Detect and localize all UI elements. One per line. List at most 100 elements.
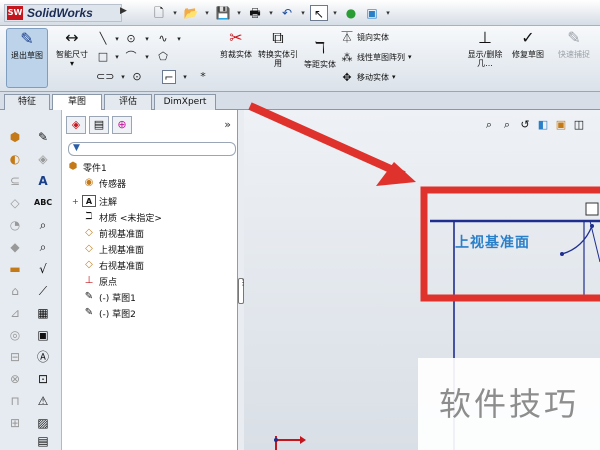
mirror-entities-button[interactable]: ⏄ 镜向实体 xyxy=(340,30,390,44)
display-style-icon[interactable]: ◫ xyxy=(572,118,586,132)
new-document-icon[interactable]: 🗋 xyxy=(150,5,168,21)
quick-snaps-button[interactable]: ✎ 快速捕捉 xyxy=(552,28,596,59)
sketch-tool-icon[interactable]: ✎ xyxy=(34,128,52,146)
tree-item-sensors[interactable]: ◉ 传感器 xyxy=(82,176,126,190)
save-icon[interactable]: 💾 xyxy=(214,5,232,21)
rebuild-traffic-light-icon[interactable]: ● xyxy=(342,5,360,21)
check-icon[interactable]: √ xyxy=(34,260,52,278)
chevron-down-icon[interactable]: ▾ xyxy=(178,70,192,84)
chevron-down-icon[interactable]: ▾ xyxy=(203,5,211,21)
tab-sketch[interactable]: 草图 xyxy=(52,94,102,111)
move-entities-button[interactable]: ✥ 移动实体 ▾ xyxy=(340,70,395,84)
chevron-down-icon[interactable]: ▾ xyxy=(331,5,339,21)
options-icon[interactable]: ▣ xyxy=(363,5,381,21)
tree-item-sketch1[interactable]: ✎ (-) 草图1 xyxy=(82,290,136,304)
shell-icon[interactable]: ▬ xyxy=(6,260,24,278)
tab-evaluate[interactable]: 评估 xyxy=(104,94,152,110)
cut-icon[interactable]: ◈ xyxy=(34,150,52,168)
note-icon[interactable]: ⊡ xyxy=(34,370,52,388)
spell-check-icon[interactable]: ABC xyxy=(34,194,52,212)
previous-view-icon[interactable]: ↺ xyxy=(518,118,532,132)
chevron-down-icon[interactable]: ▾ xyxy=(110,50,124,64)
zoom-area-icon[interactable]: ⌕ xyxy=(34,238,52,256)
text-tool-icon[interactable]: * xyxy=(196,70,210,84)
dome-icon[interactable]: ⊗ xyxy=(6,370,24,388)
text-box-icon[interactable]: Ⓐ xyxy=(34,348,52,366)
tree-item-material[interactable]: ℶ 材质 <未指定> xyxy=(82,210,162,224)
section-view-icon[interactable]: ◧ xyxy=(536,118,550,132)
trim-entities-button[interactable]: ✂ 剪裁实体 xyxy=(216,28,256,59)
sweep-icon[interactable]: ⊆ xyxy=(6,172,24,190)
chevron-down-icon[interactable]: ▾ xyxy=(172,32,186,46)
chevron-down-icon[interactable]: ▾ xyxy=(384,5,392,21)
property-manager-tab-icon[interactable]: ▤ xyxy=(89,116,109,134)
arc-tool-icon[interactable]: ⌒ xyxy=(124,50,138,64)
tab-features[interactable]: 特征 xyxy=(4,94,50,110)
warning-icon[interactable]: ⚠ xyxy=(34,392,52,410)
double-chevron-right-icon[interactable]: » xyxy=(224,118,231,131)
select-pointer-icon[interactable]: ↖ xyxy=(310,5,328,21)
image-icon[interactable]: ▣ xyxy=(34,326,52,344)
feature-tree-tab-icon[interactable]: ◈ xyxy=(66,116,86,134)
hatch-icon[interactable]: ▨ xyxy=(34,414,52,432)
zoom-to-fit-icon[interactable]: ⌕ xyxy=(482,118,496,132)
solidworks-logo[interactable]: SW SolidWorks xyxy=(4,4,122,22)
chevron-down-icon[interactable]: ▾ xyxy=(140,50,154,64)
scale-icon[interactable]: ⊞ xyxy=(6,414,24,432)
chamfer-icon[interactable]: ◆ xyxy=(6,238,24,256)
offset-entities-button[interactable]: ℸ 等距实体 xyxy=(300,38,340,69)
fillet-tool-icon[interactable]: ⌐ xyxy=(162,70,176,84)
text-A-icon[interactable]: A xyxy=(34,172,52,190)
tree-item-annotations[interactable]: A 注解 xyxy=(82,194,117,208)
zoom-icon[interactable]: ⌕ xyxy=(34,216,52,234)
extrude-icon[interactable]: ⬢ xyxy=(6,128,24,146)
linear-pattern-button[interactable]: ⁂ 线性草图阵列 ▾ xyxy=(340,50,412,64)
menu-flyout-arrow-icon[interactable]: ▶ xyxy=(120,6,127,16)
wrap-icon[interactable]: ⊟ xyxy=(6,348,24,366)
expand-plus-icon[interactable]: + xyxy=(72,197,79,206)
display-relations-button[interactable]: ⊥ 显示/删除几... xyxy=(462,28,508,68)
repair-sketch-button[interactable]: ✓ 修复草图 xyxy=(508,28,548,59)
tab-dimxpert[interactable]: DimXpert xyxy=(154,94,216,110)
grid-icon[interactable]: ▦ xyxy=(34,304,52,322)
hole-icon[interactable]: ◎ xyxy=(6,326,24,344)
feature-filter-input[interactable]: ▼ xyxy=(68,142,236,156)
configuration-tab-icon[interactable]: ⊕ xyxy=(112,116,132,134)
line-tool-icon[interactable]: ╲ xyxy=(96,32,110,46)
tree-root-part[interactable]: ⬢ 零件1 xyxy=(66,160,107,174)
fillet-icon[interactable]: ◔ xyxy=(6,216,24,234)
point-tool-icon[interactable]: ⊙ xyxy=(130,70,144,84)
chevron-down-icon[interactable]: ▾ xyxy=(299,5,307,21)
tree-item-origin[interactable]: ⊥ 原点 xyxy=(82,274,117,288)
convert-entities-button[interactable]: ⧉ 转换实体引用 xyxy=(256,28,300,68)
chevron-down-icon[interactable]: ▾ xyxy=(235,5,243,21)
zoom-area-icon[interactable]: ⌕ xyxy=(500,118,514,132)
slot-tool-icon[interactable]: ⊂⊃ xyxy=(96,70,114,84)
tree-item-front-plane[interactable]: ◇ 前视基准面 xyxy=(82,226,144,240)
draft-icon[interactable]: ⊿ xyxy=(6,304,24,322)
smart-dimension-button[interactable]: ↔ 智能尺寸 ▾ xyxy=(52,28,92,88)
view-orientation-icon[interactable]: ▣ xyxy=(554,118,568,132)
chevron-down-icon[interactable]: ▾ xyxy=(140,32,154,46)
open-folder-icon[interactable]: 📂 xyxy=(182,5,200,21)
rib-icon[interactable]: ⌂ xyxy=(6,282,24,300)
tree-item-right-plane[interactable]: ◇ 右视基准面 xyxy=(82,258,144,272)
undo-icon[interactable]: ↶ xyxy=(278,5,296,21)
chevron-down-icon[interactable]: ▾ xyxy=(267,5,275,21)
loft-icon[interactable]: ◇ xyxy=(6,194,24,212)
print-icon[interactable]: 🖶 xyxy=(246,5,264,21)
line-tool-icon[interactable]: ⟋ xyxy=(34,282,52,300)
rectangle-tool-icon[interactable]: □ xyxy=(96,50,110,64)
spline-tool-icon[interactable]: ∿ xyxy=(156,32,170,46)
chevron-down-icon[interactable]: ▾ xyxy=(110,32,124,46)
flex-icon[interactable]: ⊓ xyxy=(6,392,24,410)
revolve-icon[interactable]: ◐ xyxy=(6,150,24,168)
polygon-tool-icon[interactable]: ⬠ xyxy=(156,50,170,64)
exit-sketch-button[interactable]: ✎ 退出草图 xyxy=(6,28,48,88)
tree-item-sketch2[interactable]: ✎ (-) 草图2 xyxy=(82,306,136,320)
chevron-down-icon[interactable]: ▾ xyxy=(171,5,179,21)
chevron-down-icon[interactable]: ▾ xyxy=(116,70,130,84)
tree-item-top-plane[interactable]: ◇ 上视基准面 xyxy=(82,242,144,256)
insert-picture-icon[interactable]: ▤ xyxy=(34,432,52,450)
circle-tool-icon[interactable]: ⊙ xyxy=(124,32,138,46)
